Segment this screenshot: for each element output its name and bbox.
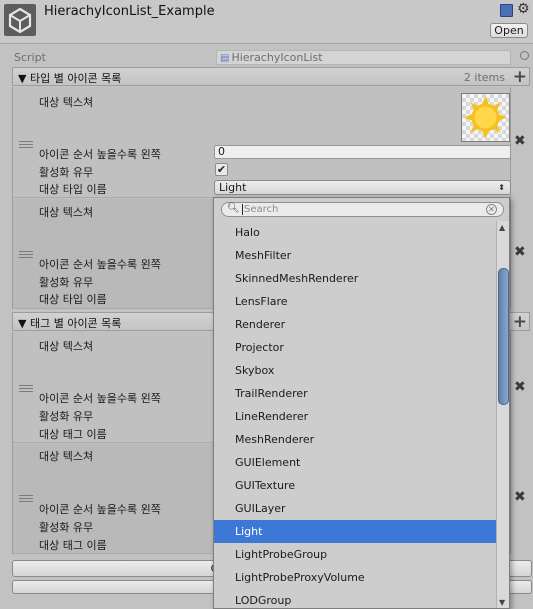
order-label: 아이콘 순서 높을수록 왼쪽 [39,392,161,405]
asset-title: HierachyIconList_Example [44,4,215,19]
texture-label: 대상 텍스쳐 [39,206,94,219]
popup-option[interactable]: GUIElement [214,451,496,474]
order-label: 아이콘 순서 높을수록 왼쪽 [39,258,161,271]
remove-item-button[interactable]: ✖ [514,244,526,260]
texture-label: 대상 텍스쳐 [39,450,94,463]
order-label: 아이콘 순서 높을수록 왼쪽 [39,503,161,516]
type-section-header[interactable]: ▼ 타입 별 아이콘 목록 2 items + [12,67,530,87]
active-label: 활성화 유무 [39,410,94,423]
script-field-value: HierachyIconList [231,51,323,64]
active-checkbox[interactable]: ✔ [215,163,228,176]
dropdown-arrows-icon: ⬍ [498,183,505,192]
add-tag-item-button[interactable]: + [513,312,527,332]
drag-handle-icon[interactable] [19,251,33,258]
inspector-header: HierachyIconList_Example ⚙ Open [0,0,533,44]
script-label: Script [14,51,46,64]
popup-option[interactable]: LensFlare [214,290,496,313]
popup-option[interactable]: LightProbeProxyVolume [214,566,496,589]
order-label: 아이콘 순서 높을수록 왼쪽 [39,148,161,161]
popup-option[interactable]: Skybox [214,359,496,382]
popup-option[interactable]: MeshFilter [214,244,496,267]
drag-handle-icon[interactable] [19,385,33,392]
popup-option[interactable]: LightProbeGroup [214,543,496,566]
drag-handle-icon[interactable] [19,141,33,148]
type-section-count: 2 items [463,71,505,84]
type-name-label: 대상 타입 이름 [39,183,107,196]
script-field[interactable]: ▤ HierachyIconList [216,50,511,65]
popup-option[interactable]: LineRenderer [214,405,496,428]
popup-option[interactable]: Renderer [214,313,496,336]
tag-name-label: 대상 태그 이름 [39,428,107,441]
unity-logo-icon [4,4,36,36]
popup-option[interactable]: SkinnedMeshRenderer [214,267,496,290]
add-type-item-button[interactable]: + [513,67,527,87]
order-number-field[interactable]: 0 [214,145,511,159]
scroll-thumb[interactable] [498,268,509,405]
search-clear-icon[interactable]: ✕ [486,204,497,215]
popup-option[interactable]: GUILayer [214,497,496,520]
remove-item-button[interactable]: ✖ [514,489,526,505]
tag-section-title: ▼ 태그 별 아이콘 목록 [18,317,122,330]
popup-search-box: 🔍︎ ✕ [221,202,504,217]
remove-item-button[interactable]: ✖ [514,133,526,149]
script-file-icon: ▤ [220,53,230,64]
texture-label: 대상 텍스쳐 [39,340,94,353]
popup-option[interactable]: TrailRenderer [214,382,496,405]
type-name-dropdown[interactable]: Light ⬍ [214,180,511,195]
sun-icon [464,96,507,139]
popup-list: Halo MeshFilter SkinnedMeshRenderer LensFla… [214,221,496,608]
object-picker-icon[interactable] [520,51,529,60]
reference-book-icon[interactable] [500,4,513,17]
popup-option[interactable]: GUITexture [214,474,496,497]
scroll-up-icon[interactable]: ▲ [499,223,505,232]
scroll-down-icon[interactable]: ▼ [499,598,505,607]
remove-item-button[interactable]: ✖ [514,379,526,395]
type-dropdown-value: Light [219,181,247,194]
popup-option[interactable]: LODGroup [214,589,496,608]
texture-label: 대상 텍스쳐 [39,96,94,109]
popup-option[interactable]: Halo [214,221,496,244]
texture-thumbnail[interactable] [461,93,510,142]
gear-icon[interactable]: ⚙ [517,1,530,17]
type-section-title: ▼ 타입 별 아이콘 목록 [18,72,122,85]
search-input[interactable] [242,204,482,215]
active-label: 활성화 유무 [39,166,94,179]
search-icon: 🔍︎ [227,203,240,214]
tag-name-label: 대상 태그 이름 [39,539,107,552]
popup-option[interactable]: MeshRenderer [214,428,496,451]
type-dropdown-popup: 🔍︎ ✕ HaloMeshFilterSkinnedMeshRendererLe… [213,197,510,609]
active-label: 활성화 유무 [39,276,94,289]
popup-scrollbar[interactable]: ▲ ▼ [496,221,509,608]
popup-option[interactable]: Projector [214,336,496,359]
active-label: 활성화 유무 [39,521,94,534]
drag-handle-icon[interactable] [19,495,33,502]
open-button[interactable]: Open [490,23,528,38]
type-name-label: 대상 타입 이름 [39,293,107,306]
popup-option[interactable]: Light [214,520,496,543]
